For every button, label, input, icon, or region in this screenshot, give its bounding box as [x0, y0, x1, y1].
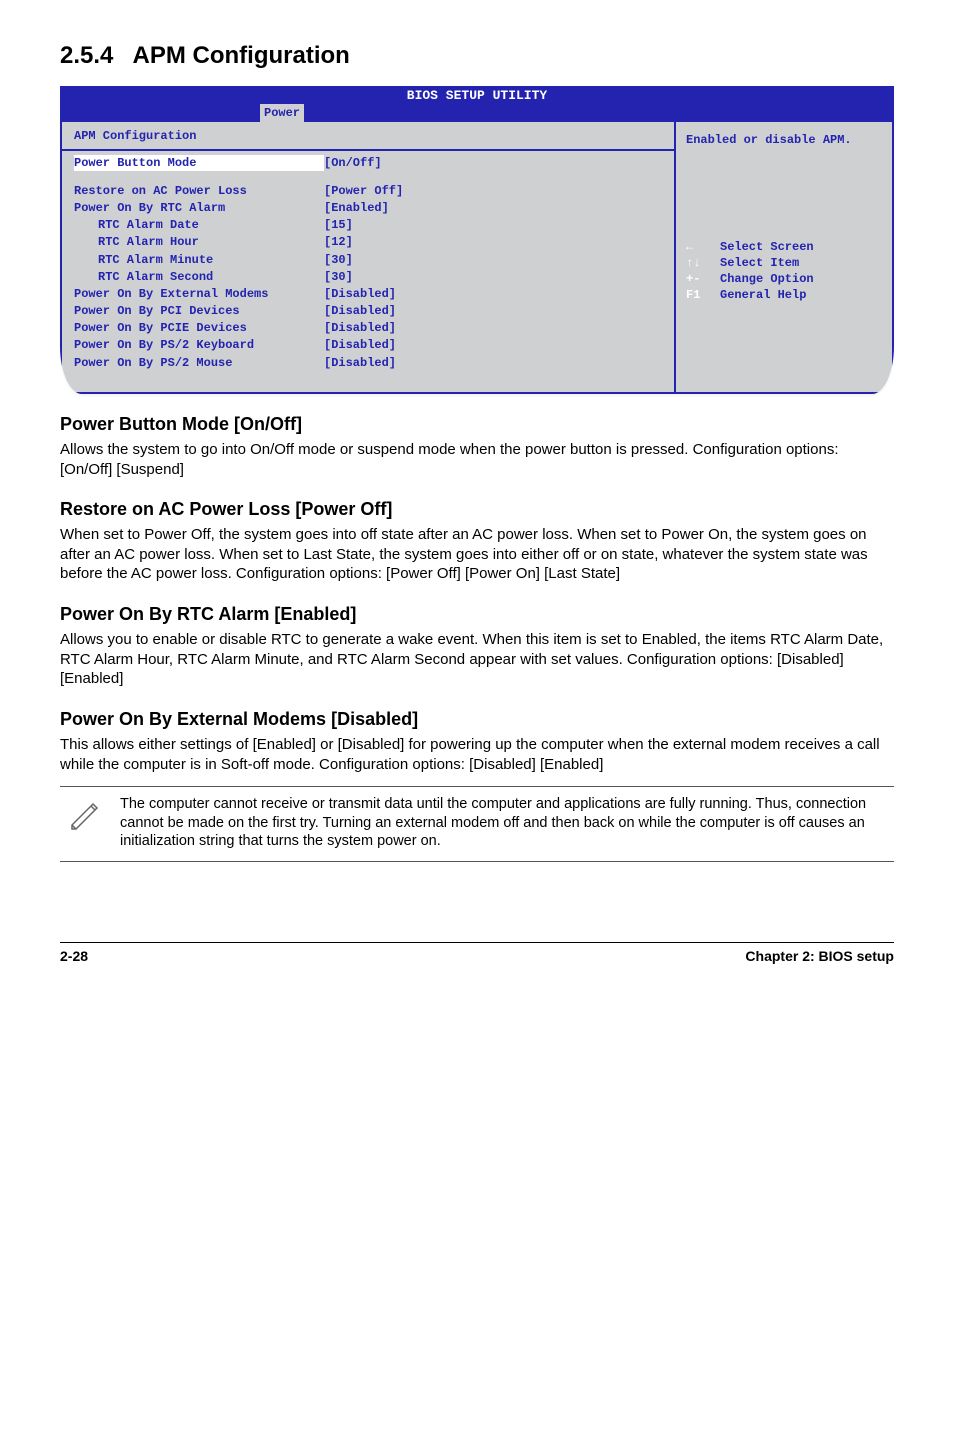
row-value: [Enabled] [324, 200, 662, 216]
key-symbol: ↑↓ [686, 255, 720, 271]
note-text: The computer cannot receive or transmit … [120, 795, 888, 851]
bios-tab-row: Power [60, 104, 894, 120]
row-value: [Disabled] [324, 303, 662, 319]
bios-row-pci[interactable]: Power On By PCI Devices [Disabled] [74, 303, 662, 319]
bios-row-rtc-hour[interactable]: RTC Alarm Hour [12] [74, 234, 662, 250]
chapter-label: Chapter 2: BIOS setup [745, 947, 894, 966]
row-label: Power On By PCIE Devices [74, 320, 324, 336]
bios-key-hints: ← Select Screen ↑↓ Select Item +- Change… [686, 239, 882, 304]
bios-row-ps2-mouse[interactable]: Power On By PS/2 Mouse [Disabled] [74, 355, 662, 371]
key-symbol: F1 [686, 287, 720, 303]
pencil-icon [66, 795, 120, 851]
bios-row-ps2-kbd[interactable]: Power On By PS/2 Keyboard [Disabled] [74, 337, 662, 353]
row-value: [Disabled] [324, 286, 662, 302]
key-desc: Select Screen [720, 239, 814, 255]
row-label: RTC Alarm Hour [74, 234, 324, 250]
note-box: The computer cannot receive or transmit … [60, 786, 894, 862]
section-number: 2.5.4 [60, 42, 113, 69]
body-power-button-mode: Allows the system to go into On/Off mode… [60, 440, 894, 479]
bios-help-pane: Enabled or disable APM. ← Select Screen … [674, 120, 894, 393]
row-value: [Disabled] [324, 355, 662, 371]
section-title: APM Configuration [133, 42, 350, 69]
bios-row-rtc-date[interactable]: RTC Alarm Date [15] [74, 217, 662, 233]
key-row: ↑↓ Select Item [686, 255, 882, 271]
bios-row-restore-ac[interactable]: Restore on AC Power Loss [Power Off] [74, 183, 662, 199]
body-rtc-alarm: Allows you to enable or disable RTC to g… [60, 630, 894, 689]
bios-tab-power[interactable]: Power [260, 104, 304, 122]
key-row: ← Select Screen [686, 239, 882, 255]
row-label: RTC Alarm Date [74, 217, 324, 233]
bios-row-pcie[interactable]: Power On By PCIE Devices [Disabled] [74, 320, 662, 336]
page-footer: 2-28 Chapter 2: BIOS setup [60, 942, 894, 966]
bios-panel: BIOS SETUP UTILITY Power APM Configurati… [60, 86, 894, 393]
key-symbol: ← [686, 239, 720, 255]
section-heading: 2.5.4 APM Configuration [60, 40, 894, 72]
row-value: [Disabled] [324, 337, 662, 353]
key-row: +- Change Option [686, 271, 882, 287]
row-label: Restore on AC Power Loss [74, 183, 324, 199]
key-desc: Select Item [720, 255, 799, 271]
bios-body: APM Configuration Power Button Mode [On/… [60, 120, 894, 393]
heading-ext-modems: Power On By External Modems [Disabled] [60, 707, 894, 731]
spacer [74, 172, 662, 182]
bios-settings-pane: APM Configuration Power Button Mode [On/… [60, 120, 674, 393]
row-value: [Disabled] [324, 320, 662, 336]
row-label: Power On By PCI Devices [74, 303, 324, 319]
heading-power-button-mode: Power Button Mode [On/Off] [60, 412, 894, 436]
bios-row-rtc-minute[interactable]: RTC Alarm Minute [30] [74, 252, 662, 268]
bios-subheading: APM Configuration [74, 128, 662, 144]
row-label: Power On By PS/2 Keyboard [74, 337, 324, 353]
bios-title: BIOS SETUP UTILITY [60, 86, 894, 104]
row-label: RTC Alarm Second [74, 269, 324, 285]
key-row: F1 General Help [686, 287, 882, 303]
row-label: Power Button Mode [74, 155, 324, 171]
key-symbol: +- [686, 271, 720, 287]
row-value: [12] [324, 234, 662, 250]
row-value: [On/Off] [324, 155, 662, 171]
bios-help-text: Enabled or disable APM. [686, 132, 882, 148]
body-ext-modems: This allows either settings of [Enabled]… [60, 735, 894, 774]
row-value: [30] [324, 252, 662, 268]
key-desc: Change Option [720, 271, 814, 287]
row-label: Power On By PS/2 Mouse [74, 355, 324, 371]
row-value: [30] [324, 269, 662, 285]
row-value: [15] [324, 217, 662, 233]
page-number: 2-28 [60, 947, 88, 966]
bios-row-rtc-second[interactable]: RTC Alarm Second [30] [74, 269, 662, 285]
row-label: Power On By RTC Alarm [74, 200, 324, 216]
divider [62, 149, 674, 151]
heading-restore-ac: Restore on AC Power Loss [Power Off] [60, 497, 894, 521]
heading-rtc-alarm: Power On By RTC Alarm [Enabled] [60, 602, 894, 626]
bios-row-rtc-alarm[interactable]: Power On By RTC Alarm [Enabled] [74, 200, 662, 216]
body-restore-ac: When set to Power Off, the system goes i… [60, 525, 894, 584]
bios-row-power-button-mode[interactable]: Power Button Mode [On/Off] [74, 155, 662, 171]
bios-row-ext-modems[interactable]: Power On By External Modems [Disabled] [74, 286, 662, 302]
row-label: RTC Alarm Minute [74, 252, 324, 268]
key-desc: General Help [720, 287, 806, 303]
row-label: Power On By External Modems [74, 286, 324, 302]
row-value: [Power Off] [324, 183, 662, 199]
